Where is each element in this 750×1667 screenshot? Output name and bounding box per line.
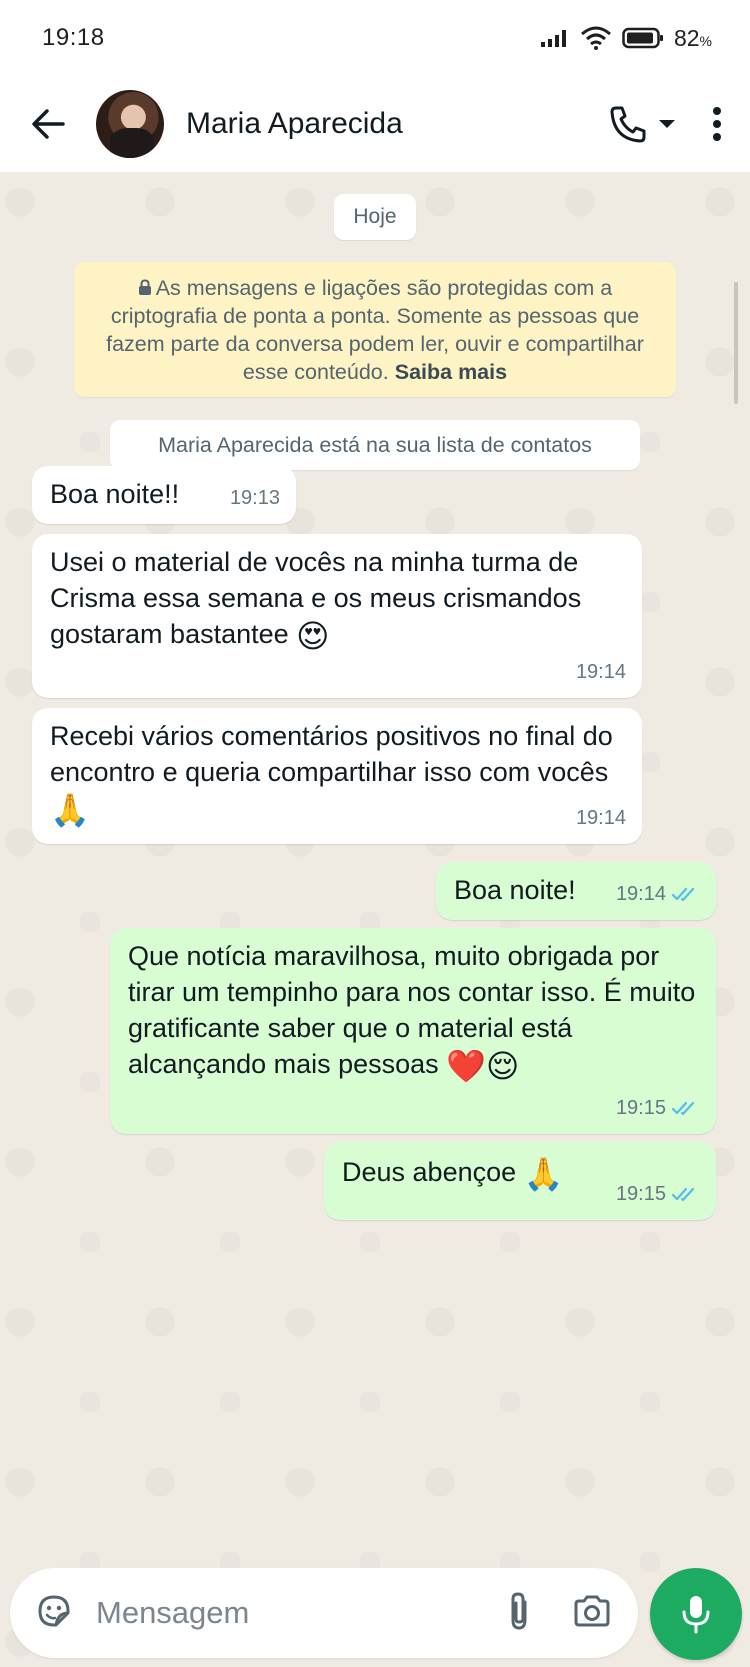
- battery-icon: [622, 27, 663, 49]
- message-bubble-outgoing[interactable]: Boa noite! 19:14: [436, 862, 716, 920]
- header-actions: [608, 104, 722, 144]
- message-bubble-outgoing[interactable]: Deus abençoe 🙏 19:15: [324, 1142, 716, 1220]
- message-bubble-incoming[interactable]: Boa noite!! 19:13: [32, 466, 296, 524]
- date-chip: Hoje: [334, 194, 416, 240]
- message-meta: 19:14: [576, 800, 626, 836]
- status-bar: 19:18 82%: [0, 0, 750, 76]
- microphone-icon: [682, 1596, 710, 1634]
- chevron-down-icon: [659, 120, 675, 128]
- encryption-notice[interactable]: As mensagens e ligações são protegidas c…: [74, 262, 676, 397]
- battery-percent: 82%: [673, 24, 712, 51]
- praying-hands-emoji: 🙏: [523, 1155, 564, 1193]
- mic-button[interactable]: [650, 1568, 742, 1660]
- status-icons: 82%: [540, 25, 712, 52]
- message-time: 19:14: [575, 807, 626, 829]
- praying-hands-emoji: 🙏: [50, 791, 90, 829]
- message-bubble-incoming[interactable]: Recebi vários comentários positivos no f…: [32, 708, 642, 844]
- message-meta: 19:15: [616, 1090, 700, 1126]
- contact-notice: Maria Aparecida está na sua lista de con…: [110, 420, 640, 470]
- double-check-icon: [672, 1187, 695, 1202]
- double-check-icon: [672, 887, 695, 902]
- message-bubble-incoming[interactable]: Usei o material de vocês na minha turma …: [32, 534, 642, 698]
- lock-icon: [138, 279, 151, 295]
- message-meta: 19:13: [230, 480, 280, 516]
- message-text: Recebi vários comentários positivos no f…: [50, 721, 613, 829]
- message-text: Usei o material de vocês na minha turma …: [50, 547, 582, 655]
- arrow-left-icon: [32, 109, 65, 139]
- message-time: 19:14: [575, 661, 626, 683]
- contact-avatar[interactable]: [96, 90, 164, 158]
- heart-smile-emoji: ❤️😌: [446, 1047, 520, 1085]
- camera-icon: [574, 1595, 610, 1626]
- double-check-icon: [672, 1101, 695, 1116]
- message-text: Que notícia maravilhosa, muito obrigada …: [128, 941, 696, 1085]
- phone-icon: [610, 106, 646, 143]
- three-dots-icon: [713, 107, 721, 141]
- chat-area[interactable]: Hoje As mensagens e ligações são protegi…: [0, 172, 750, 1667]
- message-time: 19:15: [615, 1183, 666, 1205]
- wifi-icon: [580, 26, 611, 50]
- chat-header: Maria Aparecida: [0, 76, 750, 172]
- message-composer: Mensagem: [10, 1568, 638, 1658]
- contact-name[interactable]: Maria Aparecida: [186, 107, 608, 141]
- learn-more-link[interactable]: Saiba mais: [395, 360, 507, 384]
- paperclip-icon: [511, 1591, 527, 1630]
- sticker-icon: [38, 1595, 70, 1626]
- message-time: 19:13: [229, 487, 280, 509]
- signal-icon: [540, 30, 566, 47]
- camera-button[interactable]: [572, 1594, 612, 1633]
- message-bubble-outgoing[interactable]: Que notícia maravilhosa, muito obrigada …: [110, 928, 716, 1134]
- status-time: 19:18: [42, 24, 105, 51]
- message-time: 19:15: [615, 1097, 666, 1119]
- back-button[interactable]: [26, 102, 70, 146]
- message-time: 19:14: [615, 883, 666, 905]
- more-options-button[interactable]: [712, 106, 722, 142]
- message-meta: 19:14: [576, 654, 626, 690]
- heart-eyes-emoji: 😍: [296, 617, 330, 655]
- attach-button[interactable]: [506, 1590, 532, 1637]
- scrollbar[interactable]: [734, 282, 738, 404]
- encryption-text: As mensagens e ligações são protegidas c…: [106, 276, 644, 384]
- message-meta: 19:14: [616, 876, 700, 912]
- message-input[interactable]: Mensagem: [96, 1595, 506, 1631]
- sticker-button[interactable]: [34, 1591, 74, 1636]
- call-button[interactable]: [608, 104, 678, 144]
- message-meta: 19:15: [616, 1176, 700, 1212]
